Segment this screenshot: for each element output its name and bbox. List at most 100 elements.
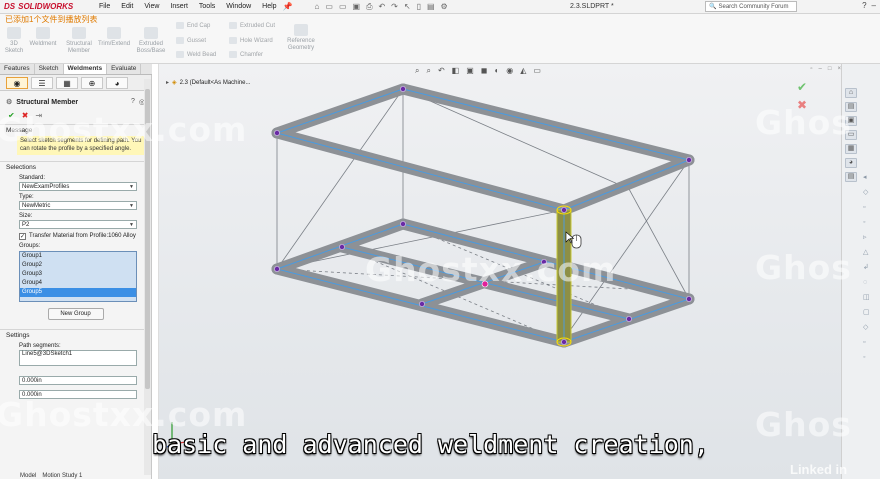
reference-geometry-tool[interactable]: Reference Geometry [282,24,320,52]
list-item[interactable]: Group3 [20,270,136,279]
home-icon[interactable]: ⌂ [845,88,857,98]
home-icon[interactable]: ⌂ [315,2,320,12]
vertex[interactable] [686,157,693,164]
menu-edit[interactable]: Edit [121,3,133,10]
tab-display-manager[interactable]: ◕ [106,77,128,89]
tab-features[interactable]: Features [0,64,35,74]
list-item[interactable]: Group4 [20,279,136,288]
side-toolbar-icon[interactable]: ▫ [863,339,871,347]
end-cap-tool[interactable]: End Cap [176,22,210,29]
pin-icon[interactable]: 📌 [283,2,293,11]
playlist-notice: 已添加1个文件到播放列表 [5,15,98,24]
appearances-icon[interactable]: ◕ [845,158,857,168]
tab-dimxpert[interactable]: ⊕ [81,77,103,89]
menu-window[interactable]: Window [226,3,251,10]
new-group-button[interactable]: New Group [47,308,104,320]
type-select[interactable]: NewMetric ▼ [19,201,137,210]
settings-header[interactable]: Settings [0,329,151,340]
tab-model[interactable]: Model [20,473,36,479]
size-select[interactable]: P2 ▼ [19,220,137,229]
side-toolbar-icon[interactable]: ◌ [863,279,871,287]
solidworks-logo: DS SOLIDWORKS [4,2,74,11]
list-item[interactable]: Group2 [20,261,136,270]
tab-motion-study[interactable]: Motion Study 1 [42,473,82,479]
extruded-boss-tool[interactable]: Extruded Boss/Base [134,27,168,55]
menu-bar: File Edit View Insert Tools Window Help [99,3,277,10]
file-properties-icon[interactable]: ▤ [427,2,435,12]
custom-properties-icon[interactable]: ▤ [845,172,857,182]
redo-icon[interactable]: ↷ [391,2,398,12]
tab-feature-tree[interactable]: ☰ [31,77,53,89]
weldment-tool[interactable]: Weldment [27,27,59,48]
3d-sketch-tool[interactable]: 3D Sketch [4,27,24,55]
open-icon[interactable]: ▭ [339,2,347,12]
path-segments-field[interactable]: Line5@3DSketch1 [19,350,137,366]
extruded-boss-icon [144,27,158,39]
tab-sketch[interactable]: Sketch [35,64,64,74]
structural-member-icon [72,27,86,39]
config-icon: ▦ [63,78,71,88]
menu-help[interactable]: Help [262,3,276,10]
tab-weldments[interactable]: Weldments [63,64,108,74]
dimension-field-1[interactable]: 0.000in [19,376,137,385]
list-item-selected[interactable]: Group5 [20,288,136,297]
minimize-icon[interactable]: – [872,1,876,10]
vertex[interactable] [274,265,281,272]
tab-property-manager[interactable]: ◉ [6,77,28,89]
groups-list[interactable]: Group1 Group2 Group3 Group4 Group5 [19,251,137,302]
smart-dimension-icon[interactable]: ↲ [863,264,871,272]
extruded-cut-tool[interactable]: Extruded Cut [229,22,275,29]
side-toolbar-icon[interactable]: ▫ [863,204,871,212]
rebuild-icon[interactable]: ▯ [417,2,421,12]
menu-tools[interactable]: Tools [199,3,215,10]
print-icon[interactable]: ⎙ [366,2,372,12]
tab-config[interactable]: ▦ [56,77,78,89]
menu-view[interactable]: View [144,3,159,10]
list-item[interactable]: Group1 [20,252,136,261]
vertex[interactable] [625,315,632,322]
side-toolbar-icon[interactable]: ◦ [863,219,871,227]
select-icon[interactable]: ↖ [404,2,411,12]
structural-member-tool[interactable]: Structural Member [63,27,95,55]
new-icon[interactable]: ▭ [325,2,333,12]
watermark: Ghostxx.com [0,110,248,149]
3d-sketch-icon [7,27,21,39]
tab-evaluate[interactable]: Evaluate [107,64,142,74]
hole-wizard-tool[interactable]: Hole Wizard [229,37,273,44]
vertex[interactable] [686,295,693,302]
watermark: Ghos [755,103,852,142]
vertex[interactable] [338,243,345,250]
transfer-material-checkbox[interactable]: ✓ Transfer Material from Profile:1060 All… [19,233,141,240]
gusset-tool[interactable]: Gusset [176,37,206,44]
help-icon[interactable]: ? [131,98,135,106]
side-toolbar-icon[interactable]: ◫ [863,294,871,302]
save-icon[interactable]: ▣ [353,2,361,12]
document-title: 2.3.SLDPRT * [570,3,614,10]
side-toolbar-icon[interactable]: ◦ [863,354,871,362]
help-icon[interactable]: ? [862,1,866,10]
vertex[interactable] [399,220,406,227]
vertex[interactable] [274,130,281,137]
side-toolbar-icon[interactable]: ▹ [863,234,871,242]
menu-file[interactable]: File [99,3,110,10]
search-input[interactable]: 🔍 Search Community Forum [705,1,797,12]
options-icon[interactable]: ⚙ [441,2,448,12]
vertex[interactable] [418,300,425,307]
menu-insert[interactable]: Insert [170,3,188,10]
vertex[interactable] [560,206,567,213]
side-toolbar-icon[interactable]: ◇ [863,189,871,197]
undo-icon[interactable]: ↶ [378,2,385,12]
vertex[interactable] [560,338,567,345]
weld-bead-tool[interactable]: Weld Bead [176,51,216,58]
side-toolbar-icon[interactable]: △ [863,249,871,257]
trim-extend-tool[interactable]: Trim/Extend [96,27,132,48]
chamfer-tool[interactable]: Chamfer [229,51,263,58]
side-toolbar-icon[interactable]: ▢ [863,309,871,317]
side-toolbar-icon[interactable]: ◇ [863,324,871,332]
selections-header[interactable]: Selections [0,161,151,172]
view-palette-icon[interactable]: ▦ [845,144,857,154]
standard-select[interactable]: NewExamProfiles ▼ [19,182,137,191]
vertex[interactable] [399,85,406,92]
watermark: Ghostxx.com [365,250,617,289]
side-toolbar-icon[interactable]: ◂ [863,174,871,182]
